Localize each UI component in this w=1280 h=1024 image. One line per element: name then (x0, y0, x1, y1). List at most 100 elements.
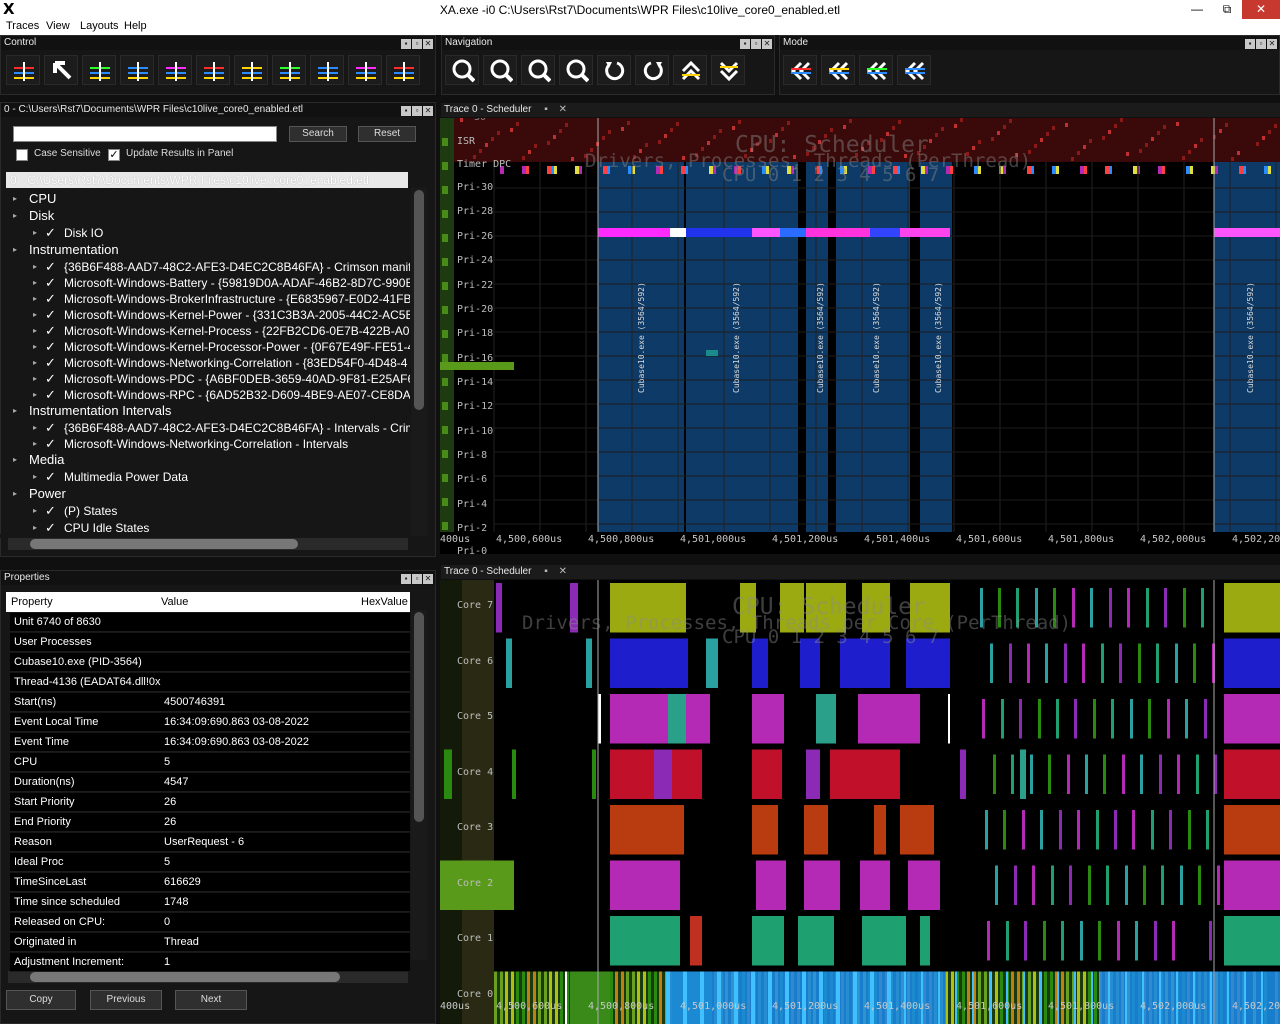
pin-icon[interactable]: ▪ (1245, 39, 1255, 49)
props-vscroll[interactable] (411, 610, 427, 960)
property-row[interactable]: Released on CPU: 0 (10, 913, 410, 932)
menu-traces[interactable]: Traces (6, 20, 39, 32)
tree-item[interactable]: (P) States (64, 504, 410, 518)
tree-item[interactable]: {36B6F488-AAD7-48C2-AFE3-D4EC2C8B46FA} -… (64, 421, 410, 435)
checkmark-icon[interactable]: ✓ (45, 420, 56, 436)
expand-arrow-icon[interactable]: ▸ (33, 294, 37, 303)
tree-item[interactable]: Microsoft-Windows-RPC - {6AD52B32-D609-4… (64, 388, 410, 402)
property-row[interactable]: Event Local Time 16:34:09:690.863 03-08-2… (10, 713, 410, 732)
tree-item[interactable]: Microsoft-Windows-Battery - {59819D0A-AD… (64, 276, 410, 290)
property-row[interactable]: User Processes (10, 633, 410, 652)
tree-hscroll[interactable] (8, 538, 408, 550)
props-hscroll-thumb[interactable] (30, 972, 340, 982)
tree-item[interactable]: CPU Idle States (64, 521, 410, 535)
mode-1-icon[interactable] (783, 55, 817, 85)
expand-arrow-icon[interactable]: ▸ (33, 228, 37, 237)
redo-icon[interactable] (635, 55, 669, 85)
props-vscroll-thumb[interactable] (414, 612, 424, 822)
float-icon[interactable]: ▫ (412, 574, 422, 584)
reset-button[interactable]: Reset (358, 126, 416, 142)
expand-arrow-icon[interactable]: ▸ (13, 211, 17, 220)
collapse-down-icon[interactable] (711, 55, 745, 85)
expand-arrow-icon[interactable]: ▸ (13, 455, 17, 464)
property-row[interactable]: CPU 5 (10, 753, 410, 772)
pin-icon[interactable]: ▪ (740, 39, 750, 49)
maximize-button[interactable]: ⧉ (1212, 0, 1242, 19)
undo-icon[interactable] (597, 55, 631, 85)
expand-arrow-icon[interactable]: ▸ (33, 390, 37, 399)
previous-button[interactable]: Previous (90, 990, 162, 1010)
timestamp-tool[interactable] (310, 55, 344, 85)
trace-top-pin-icon[interactable]: ▪ (544, 104, 548, 115)
mode-4-icon[interactable] (897, 55, 931, 85)
pin-icon[interactable]: ▪ (401, 574, 411, 584)
tree-category[interactable]: Instrumentation Intervals (29, 403, 409, 418)
expand-arrow-icon[interactable]: ▸ (33, 523, 37, 532)
tree-root[interactable]: 0 - C:\Users\Rst7\Documents\WPR Files\c1… (6, 172, 408, 188)
next-button[interactable]: Next (175, 990, 247, 1010)
tree-item[interactable]: Microsoft-Windows-Networking-Correlation… (64, 356, 410, 370)
checkmark-icon[interactable]: ✓ (45, 323, 56, 339)
checkmark-icon[interactable]: ✓ (45, 307, 56, 323)
zoom-fit-icon[interactable] (445, 55, 479, 85)
copy-button[interactable]: Copy (6, 990, 76, 1010)
checkmark-icon[interactable]: ✓ (45, 275, 56, 291)
expand-arrow-icon[interactable]: ▸ (33, 278, 37, 287)
minimize-button[interactable]: — (1182, 0, 1212, 19)
checkmark-icon[interactable]: ✓ (45, 259, 56, 275)
float-icon[interactable]: ▫ (412, 106, 422, 116)
expand-arrow-icon[interactable]: ▸ (13, 194, 17, 203)
cursor-lines-tool[interactable] (6, 55, 40, 85)
checkmark-icon[interactable]: ✓ (45, 291, 56, 307)
crosshair-tool[interactable] (120, 55, 154, 85)
property-row[interactable]: Event Time 16:34:09:690.863 03-08-2022 (10, 733, 410, 752)
expand-arrow-icon[interactable]: ▸ (33, 506, 37, 515)
expand-arrow-icon[interactable]: ▸ (13, 406, 17, 415)
trace-top-plot[interactable]: CPU: Scheduler Drivers, Processes, Thread… (440, 118, 1280, 554)
arrow-select-tool[interactable] (44, 55, 78, 85)
tree-item[interactable]: Microsoft-Windows-BrokerInfrastructure -… (64, 292, 410, 306)
property-row[interactable]: Ideal Proc 5 (10, 853, 410, 872)
property-row[interactable]: Unit 6740 of 8630 (10, 613, 410, 632)
tree-item[interactable]: Microsoft-Windows-Kernel-Process - {22FB… (64, 324, 410, 338)
property-row[interactable]: Duration(ns) 4547 (10, 773, 410, 792)
property-row[interactable]: Time since scheduled 1748 (10, 893, 410, 912)
tree-item[interactable]: Microsoft-Windows-PDC - {A6BF0DEB-3659-4… (64, 372, 410, 386)
checkmark-icon[interactable]: ✓ (45, 339, 56, 355)
tree-category[interactable]: Power (29, 486, 409, 501)
close-icon[interactable]: ✕ (762, 39, 772, 49)
close-icon[interactable]: ✕ (423, 106, 433, 116)
range-tool[interactable] (158, 55, 192, 85)
tree-category[interactable]: Media (29, 452, 409, 467)
checkmark-icon[interactable]: ✓ (45, 225, 56, 241)
float-icon[interactable]: ▫ (412, 39, 422, 49)
property-row[interactable]: TimeSinceLast 616629 (10, 873, 410, 892)
expand-arrow-icon[interactable]: ▸ (13, 489, 17, 498)
pin-icon[interactable]: ▪ (401, 106, 411, 116)
expand-arrow-icon[interactable]: ▸ (33, 326, 37, 335)
tree-item[interactable]: Multimedia Power Data (64, 470, 410, 484)
trace-bottom-close-icon[interactable]: ✕ (559, 566, 567, 577)
property-row[interactable]: End Priority 26 (10, 813, 410, 832)
property-row[interactable]: Start(ns) 4500746391 (10, 693, 410, 712)
expand-arrow-icon[interactable]: ▸ (33, 262, 37, 271)
menu-help[interactable]: Help (124, 20, 147, 32)
tree-item[interactable]: Microsoft-Windows-Kernel-Processor-Power… (64, 340, 410, 354)
close-icon[interactable]: ✕ (423, 574, 433, 584)
expand-up-icon[interactable] (673, 55, 707, 85)
tree-category[interactable]: CPU (29, 191, 409, 206)
zoom-in-icon[interactable] (483, 55, 517, 85)
checkmark-icon[interactable]: ✓ (45, 355, 56, 371)
close-button[interactable]: ✕ (1242, 0, 1280, 19)
tree-category[interactable]: Instrumentation (29, 242, 409, 257)
menu-view[interactable]: View (46, 20, 70, 32)
tree-vscroll-thumb[interactable] (414, 190, 424, 410)
expand-arrow-icon[interactable]: ▸ (33, 374, 37, 383)
tree-hscroll-thumb[interactable] (30, 539, 298, 549)
checkmark-icon[interactable]: ✓ (45, 387, 56, 403)
zoom-out-icon[interactable] (521, 55, 555, 85)
tree-category[interactable]: Disk (29, 208, 409, 223)
checkmark-icon[interactable]: ✓ (45, 469, 56, 485)
property-row[interactable]: Start Priority 26 (10, 793, 410, 812)
props-hscroll[interactable] (8, 971, 408, 983)
